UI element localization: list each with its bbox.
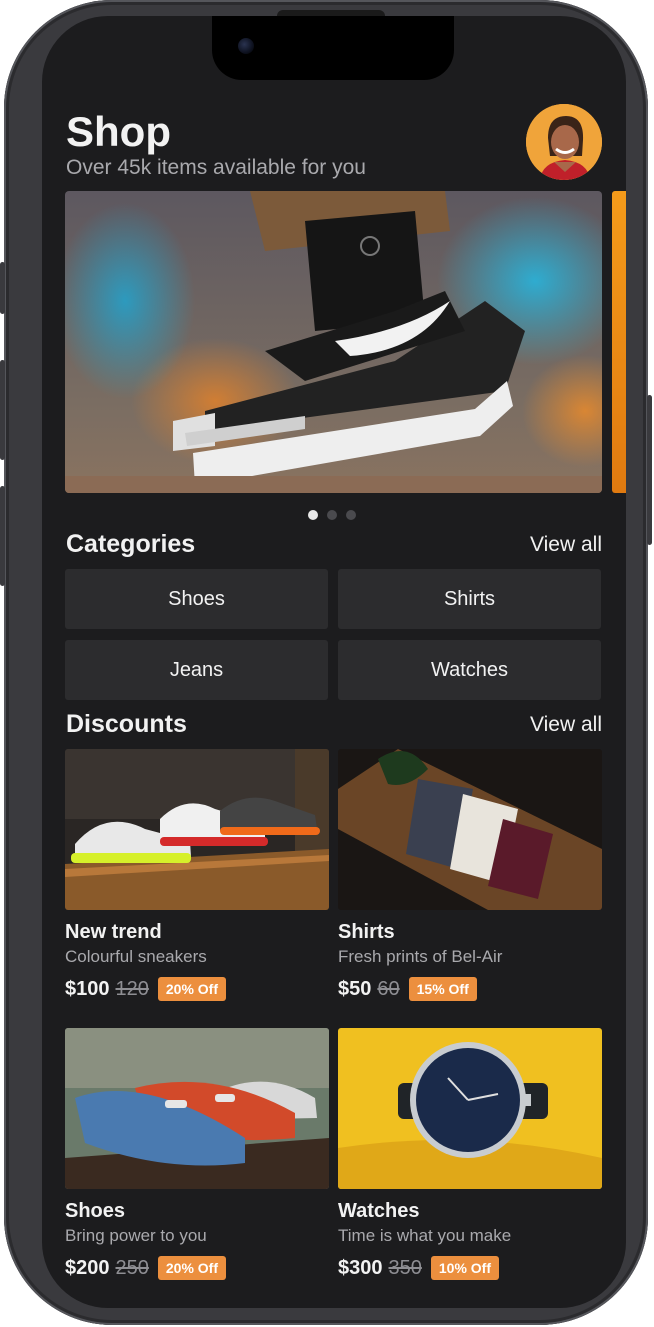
product-description: Fresh prints of Bel-Air bbox=[338, 947, 503, 966]
front-camera bbox=[238, 38, 254, 54]
product-name: Shirts bbox=[338, 921, 395, 943]
categories-view-all-link[interactable]: View all bbox=[530, 533, 602, 557]
screen: Shop Over 45k items available for you Ca… bbox=[42, 16, 626, 1308]
power-button bbox=[647, 395, 652, 545]
shirts-image bbox=[338, 749, 602, 910]
discounts-view-all-link[interactable]: View all bbox=[530, 713, 602, 737]
carousel-dot[interactable] bbox=[308, 510, 318, 520]
discount-card[interactable]: Shirts Fresh prints of Bel-Air $50 60 15… bbox=[338, 749, 602, 1001]
product-name: Watches bbox=[338, 1200, 420, 1222]
original-price: 250 bbox=[115, 1256, 149, 1279]
price-row: $200 250 20% Off bbox=[65, 1256, 329, 1280]
original-price: 120 bbox=[115, 977, 149, 1000]
profile-avatar[interactable] bbox=[526, 104, 602, 180]
categories-heading: Categories bbox=[66, 530, 196, 558]
original-price: 60 bbox=[377, 977, 400, 1000]
discount-card[interactable]: Shoes Bring power to you $200 250 20% Of… bbox=[65, 1028, 329, 1280]
volume-up-button bbox=[0, 360, 5, 460]
page-title: Shop bbox=[66, 108, 171, 155]
silent-switch bbox=[0, 262, 5, 314]
product-name: New trend bbox=[65, 921, 162, 943]
watch-image bbox=[338, 1028, 602, 1189]
discount-card[interactable]: Watches Time is what you make $300 350 1… bbox=[338, 1028, 602, 1280]
current-price: $50 bbox=[338, 977, 372, 1000]
current-price: $100 bbox=[65, 977, 110, 1000]
category-shoes-button[interactable]: Shoes bbox=[65, 569, 328, 629]
product-description: Bring power to you bbox=[65, 1226, 207, 1245]
next-slide-peek[interactable] bbox=[612, 191, 626, 493]
page-subtitle: Over 45k items available for you bbox=[66, 156, 366, 179]
product-description: Time is what you make bbox=[338, 1226, 512, 1245]
discount-badge: 20% Off bbox=[157, 977, 226, 1001]
discounts-heading: Discounts bbox=[66, 710, 187, 738]
product-name: Shoes bbox=[65, 1200, 126, 1222]
price-row: $50 60 15% Off bbox=[338, 977, 602, 1001]
price-row: $300 350 10% Off bbox=[338, 1256, 602, 1280]
notch bbox=[212, 16, 454, 80]
original-price: 350 bbox=[388, 1256, 422, 1279]
carousel-indicator bbox=[308, 510, 356, 520]
hero-banner-image[interactable] bbox=[65, 191, 602, 493]
loafers-image bbox=[65, 1028, 329, 1189]
product-description: Colourful sneakers bbox=[65, 947, 207, 966]
current-price: $200 bbox=[65, 1256, 110, 1279]
current-price: $300 bbox=[338, 1256, 383, 1279]
phone-frame: Shop Over 45k items available for you Ca… bbox=[0, 0, 652, 1325]
carousel-dot[interactable] bbox=[346, 510, 356, 520]
discount-badge: 15% Off bbox=[408, 977, 477, 1001]
volume-down-button bbox=[0, 486, 5, 586]
discount-badge: 20% Off bbox=[157, 1256, 226, 1280]
price-row: $100 120 20% Off bbox=[65, 977, 329, 1001]
category-jeans-button[interactable]: Jeans bbox=[65, 640, 328, 700]
discount-card[interactable]: New trend Colourful sneakers $100 120 20… bbox=[65, 749, 329, 1001]
discount-badge: 10% Off bbox=[430, 1256, 499, 1280]
sneakers-image bbox=[65, 749, 329, 910]
category-watches-button[interactable]: Watches bbox=[338, 640, 601, 700]
category-shirts-button[interactable]: Shirts bbox=[338, 569, 601, 629]
carousel-dot[interactable] bbox=[327, 510, 337, 520]
